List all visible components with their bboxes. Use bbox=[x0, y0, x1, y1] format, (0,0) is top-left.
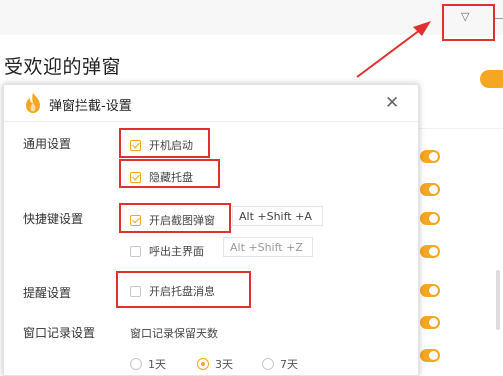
arrow-pointer-icon bbox=[356, 21, 431, 78]
